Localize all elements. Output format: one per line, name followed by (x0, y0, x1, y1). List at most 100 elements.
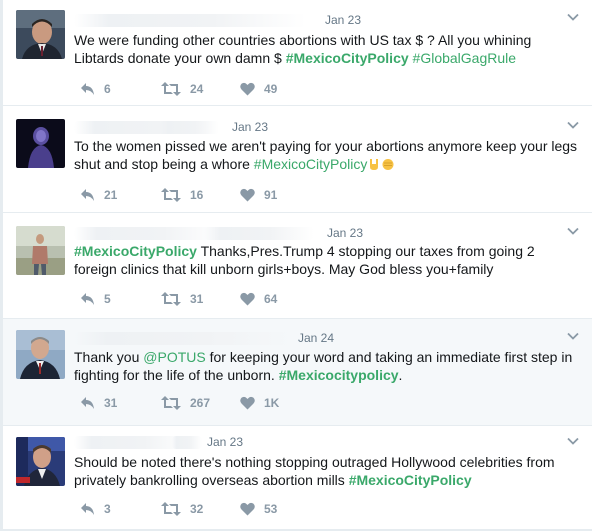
tweet-text: Should be noted there's nothing stopping… (74, 453, 579, 489)
reply-count: 5 (104, 292, 111, 306)
retweet-icon (161, 396, 181, 410)
tweet-header: Jan 23 (74, 13, 374, 29)
retweet-button[interactable]: 267 (161, 394, 210, 412)
reply-icon (81, 503, 94, 515)
retweet-button[interactable]: 24 (161, 80, 203, 98)
tweet-text: Thank you @POTUS for keeping your word a… (74, 348, 579, 384)
man-in-suit-avatar-icon (16, 10, 65, 59)
reply-count: 6 (104, 82, 111, 96)
retweet-icon (161, 292, 181, 306)
tweet-text: To the women pissed we aren't paying for… (74, 137, 579, 173)
like-button[interactable]: 91 (240, 186, 277, 204)
chevron-down-icon[interactable] (566, 329, 580, 343)
retweet-count: 267 (190, 396, 211, 410)
like-button[interactable]: 49 (240, 80, 277, 98)
like-count: 91 (264, 188, 278, 202)
heart-icon (240, 292, 255, 306)
tweet-actions: 5 31 64 (74, 290, 374, 308)
chevron-down-icon[interactable] (566, 118, 580, 132)
avatar[interactable] (16, 437, 65, 486)
tweet-header: Jan 23 (74, 120, 374, 136)
like-button[interactable]: 53 (240, 500, 277, 518)
tweet-text-segment: . (398, 367, 403, 383)
reply-button[interactable]: 5 (80, 290, 111, 308)
reply-button[interactable]: 31 (80, 394, 117, 412)
retweet-icon (161, 502, 181, 516)
reply-count: 31 (104, 396, 118, 410)
tweet-date[interactable]: Jan 23 (207, 435, 243, 449)
reply-icon (81, 83, 94, 95)
tweet-header: Jan 23 (74, 226, 374, 242)
tweet-text-segment: Thank you (74, 349, 144, 365)
retweet-button[interactable]: 16 (161, 186, 203, 204)
like-button[interactable]: 1K (240, 394, 279, 412)
redacted-username (74, 227, 224, 240)
fist-icon (381, 157, 395, 171)
tweet-card[interactable]: Jan 24 Thank you @POTUS for keeping your… (3, 319, 592, 426)
reply-icon (81, 293, 94, 305)
tweet-actions: 31 267 1K (74, 394, 374, 412)
tweet-card[interactable]: Jan 23 #MexicoCityPolicy Thanks,Pres.Tru… (3, 213, 592, 319)
tweet-date[interactable]: Jan 23 (232, 120, 268, 134)
heart-icon (240, 82, 255, 96)
tweet-actions: 21 16 91 (74, 186, 374, 204)
redacted-handle (159, 121, 219, 134)
tweet-date[interactable]: Jan 23 (327, 226, 363, 240)
tweet-date[interactable]: Jan 23 (325, 13, 361, 27)
reply-button[interactable]: 6 (80, 80, 111, 98)
chevron-down-icon[interactable] (566, 434, 580, 448)
tweet-card[interactable]: Jan 23 We were funding other countries a… (3, 0, 592, 106)
retweet-count: 16 (190, 188, 204, 202)
tweet-actions: 6 24 49 (74, 80, 374, 98)
chevron-down-icon[interactable] (566, 10, 580, 24)
redacted-username (74, 332, 294, 345)
avatar[interactable] (16, 10, 65, 59)
like-count: 1K (264, 396, 280, 410)
heart-icon (240, 396, 255, 410)
hashtag-link[interactable]: #MexicoCityPolicy (349, 472, 472, 488)
chevron-down-icon[interactable] (566, 224, 580, 238)
dark-figure-avatar-icon (16, 119, 65, 168)
tweet-card[interactable]: Jan 23 To the women pissed we aren't pay… (3, 106, 592, 213)
tweet-text: #MexicoCityPolicy Thanks,Pres.Trump 4 st… (74, 242, 579, 278)
reply-button[interactable]: 21 (80, 186, 117, 204)
tweet-header: Jan 23 (74, 435, 374, 451)
reply-count: 3 (104, 502, 111, 516)
hashtag-link[interactable]: #MexicoCityPolicy (74, 243, 197, 259)
tweet-timeline: Jan 23 We were funding other countries a… (0, 0, 592, 531)
man-outdoors-avatar-icon (16, 226, 65, 275)
redacted-handle (172, 436, 202, 449)
reply-button[interactable]: 3 (80, 500, 111, 518)
hashtag-link[interactable]: #MexicoCityPolicy (286, 50, 409, 66)
like-count: 64 (264, 292, 278, 306)
retweet-button[interactable]: 31 (161, 290, 203, 308)
mention-link[interactable]: @POTUS (143, 349, 205, 365)
like-button[interactable]: 64 (240, 290, 277, 308)
avatar[interactable] (16, 226, 65, 275)
tweet-text-segment: Should be noted there's nothing stopping… (74, 454, 555, 488)
retweet-icon (161, 82, 181, 96)
hashtag-link[interactable]: #GlobalGagRule (413, 50, 517, 66)
like-count: 49 (264, 82, 278, 96)
tv-host-avatar-icon (16, 437, 65, 486)
official-portrait-avatar-icon (16, 330, 65, 379)
tweet-date[interactable]: Jan 24 (298, 331, 334, 345)
retweet-count: 31 (190, 292, 204, 306)
avatar[interactable] (16, 119, 65, 168)
hashtag-link[interactable]: #Mexicocitypolicy (279, 367, 399, 383)
avatar[interactable] (16, 330, 65, 379)
hashtag-link[interactable]: #MexicoCityPolicy (254, 156, 368, 172)
retweet-button[interactable]: 32 (161, 500, 203, 518)
tweet-card[interactable]: Jan 23 Should be noted there's nothing s… (3, 426, 592, 530)
tweet-text: We were funding other countries abortion… (74, 31, 579, 67)
heart-icon (240, 502, 255, 516)
tweet-actions: 3 32 53 (74, 500, 374, 518)
redacted-handle (204, 227, 314, 240)
retweet-icon (161, 188, 181, 202)
reply-count: 21 (104, 188, 118, 202)
retweet-count: 32 (190, 502, 204, 516)
redacted-username (74, 14, 306, 27)
retweet-count: 24 (190, 82, 204, 96)
like-count: 53 (264, 502, 278, 516)
horns-hand-icon (367, 157, 381, 171)
